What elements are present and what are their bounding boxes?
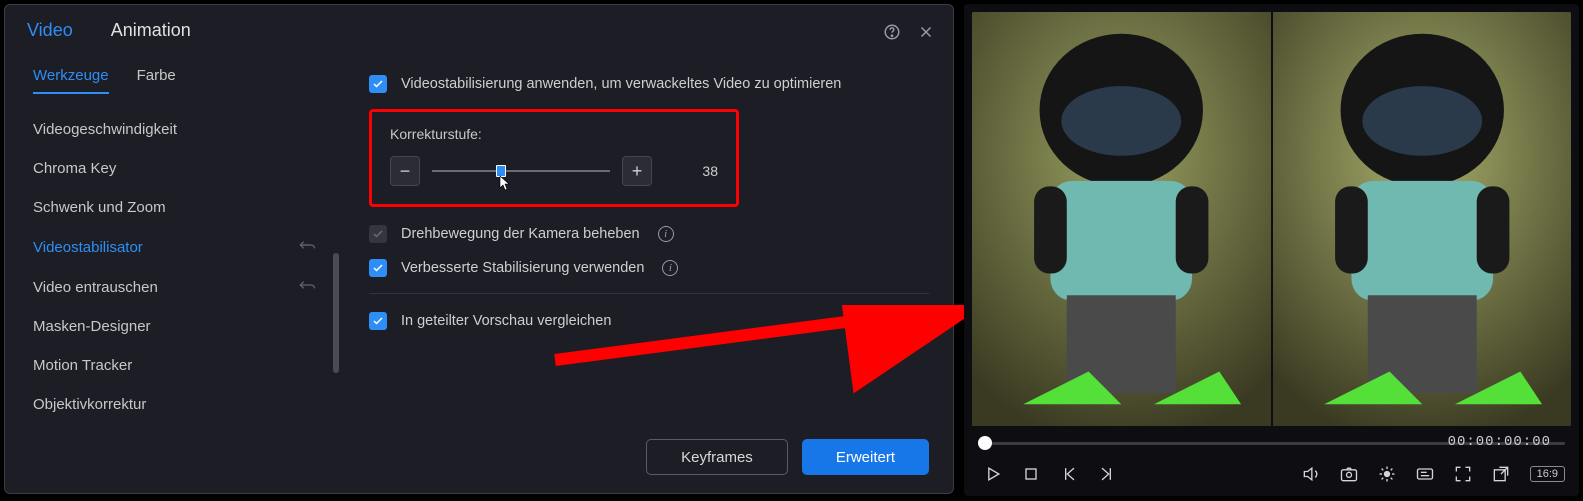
sidebar-item-denoise[interactable]: Video entrauschen (23, 267, 345, 307)
volume-icon[interactable] (1296, 459, 1326, 489)
apply-label: Videostabilisierung anwenden, um verwack… (401, 76, 841, 92)
preview-right (1273, 12, 1572, 426)
undo-icon[interactable] (297, 278, 317, 296)
cursor-icon (499, 175, 511, 196)
correction-value: 38 (678, 163, 718, 179)
sidebar-item-speed[interactable]: Videogeschwindigkeit (23, 110, 345, 149)
preview-timeline[interactable]: 00:00:00:00 (978, 434, 1565, 452)
sidebar-item-stabilizer[interactable]: Videostabilisator (23, 227, 345, 267)
stop-icon[interactable] (1016, 459, 1046, 489)
sidebar-item-label: Videostabilisator (33, 239, 143, 256)
panel-header: Video Animation (5, 5, 953, 53)
tab-animation[interactable]: Animation (107, 14, 203, 55)
info-icon[interactable]: i (658, 226, 674, 242)
correction-slider[interactable] (432, 170, 610, 172)
decrease-button[interactable]: − (390, 156, 420, 186)
video-preview (972, 12, 1571, 426)
sidebar-scrollbar[interactable] (333, 253, 339, 373)
split-preview-label: In geteilter Vorschau vergleichen (401, 313, 611, 329)
sidebar: Werkzeuge Farbe Videogeschwindigkeit Chr… (5, 53, 345, 439)
keyframes-button[interactable]: Keyframes (646, 439, 788, 475)
checkbox-split-preview[interactable] (369, 312, 387, 330)
correction-level-group: Korrekturstufe: − + 38 (369, 109, 739, 207)
undo-icon[interactable] (297, 238, 317, 256)
sidebar-item-panzoom[interactable]: Schwenk und Zoom (23, 188, 345, 227)
video-settings-panel: Video Animation Werkzeuge Farbe Videoges… (4, 4, 954, 494)
increase-button[interactable]: + (622, 156, 652, 186)
panel-footer: Keyframes Erweitert (5, 439, 953, 493)
preview-left (972, 12, 1271, 426)
next-frame-icon[interactable] (1092, 459, 1122, 489)
divider (369, 293, 929, 294)
fix-rotation-label: Drehbewegung der Kamera beheben (401, 226, 640, 242)
enhanced-stab-label: Verbesserte Stabilisierung verwenden (401, 260, 644, 276)
advanced-button[interactable]: Erweitert (802, 439, 929, 475)
popout-icon[interactable] (1486, 459, 1516, 489)
snapshot-icon[interactable] (1334, 459, 1364, 489)
checkbox-enhanced-stab[interactable] (369, 259, 387, 277)
sidebar-item-chroma[interactable]: Chroma Key (23, 149, 345, 188)
preview-panel: 00:00:00:00 16:9 (964, 4, 1579, 496)
timeline-thumb[interactable] (978, 436, 992, 450)
fullscreen-icon[interactable] (1448, 459, 1478, 489)
correction-label: Korrekturstufe: (390, 126, 718, 142)
sidebar-item-lens[interactable]: Objektivkorrektur (23, 385, 345, 424)
timecode: 00:00:00:00 (1448, 434, 1551, 450)
sidebar-item-label: Video entrauschen (33, 279, 158, 296)
sidebar-item-motion[interactable]: Motion Tracker (23, 346, 345, 385)
sidebar-item-mask[interactable]: Masken-Designer (23, 307, 345, 346)
prev-frame-icon[interactable] (1054, 459, 1084, 489)
subtab-tools[interactable]: Werkzeuge (33, 67, 109, 94)
play-icon[interactable] (978, 459, 1008, 489)
subtab-color[interactable]: Farbe (137, 67, 176, 94)
aspect-ratio-button[interactable]: 16:9 (1530, 466, 1565, 482)
preview-controls: 16:9 (964, 452, 1579, 496)
slider-thumb[interactable] (496, 165, 506, 177)
tab-video[interactable]: Video (23, 14, 85, 55)
help-icon[interactable] (883, 23, 901, 46)
sidebar-list: Videogeschwindigkeit Chroma Key Schwenk … (23, 110, 345, 424)
checkbox-fix-rotation[interactable] (369, 225, 387, 243)
caption-icon[interactable] (1410, 459, 1440, 489)
quality-icon[interactable] (1372, 459, 1402, 489)
close-icon[interactable] (917, 23, 935, 46)
info-icon[interactable]: i (662, 260, 678, 276)
content-area: Videostabilisierung anwenden, um verwack… (345, 53, 953, 439)
checkbox-apply-stabilization[interactable] (369, 75, 387, 93)
